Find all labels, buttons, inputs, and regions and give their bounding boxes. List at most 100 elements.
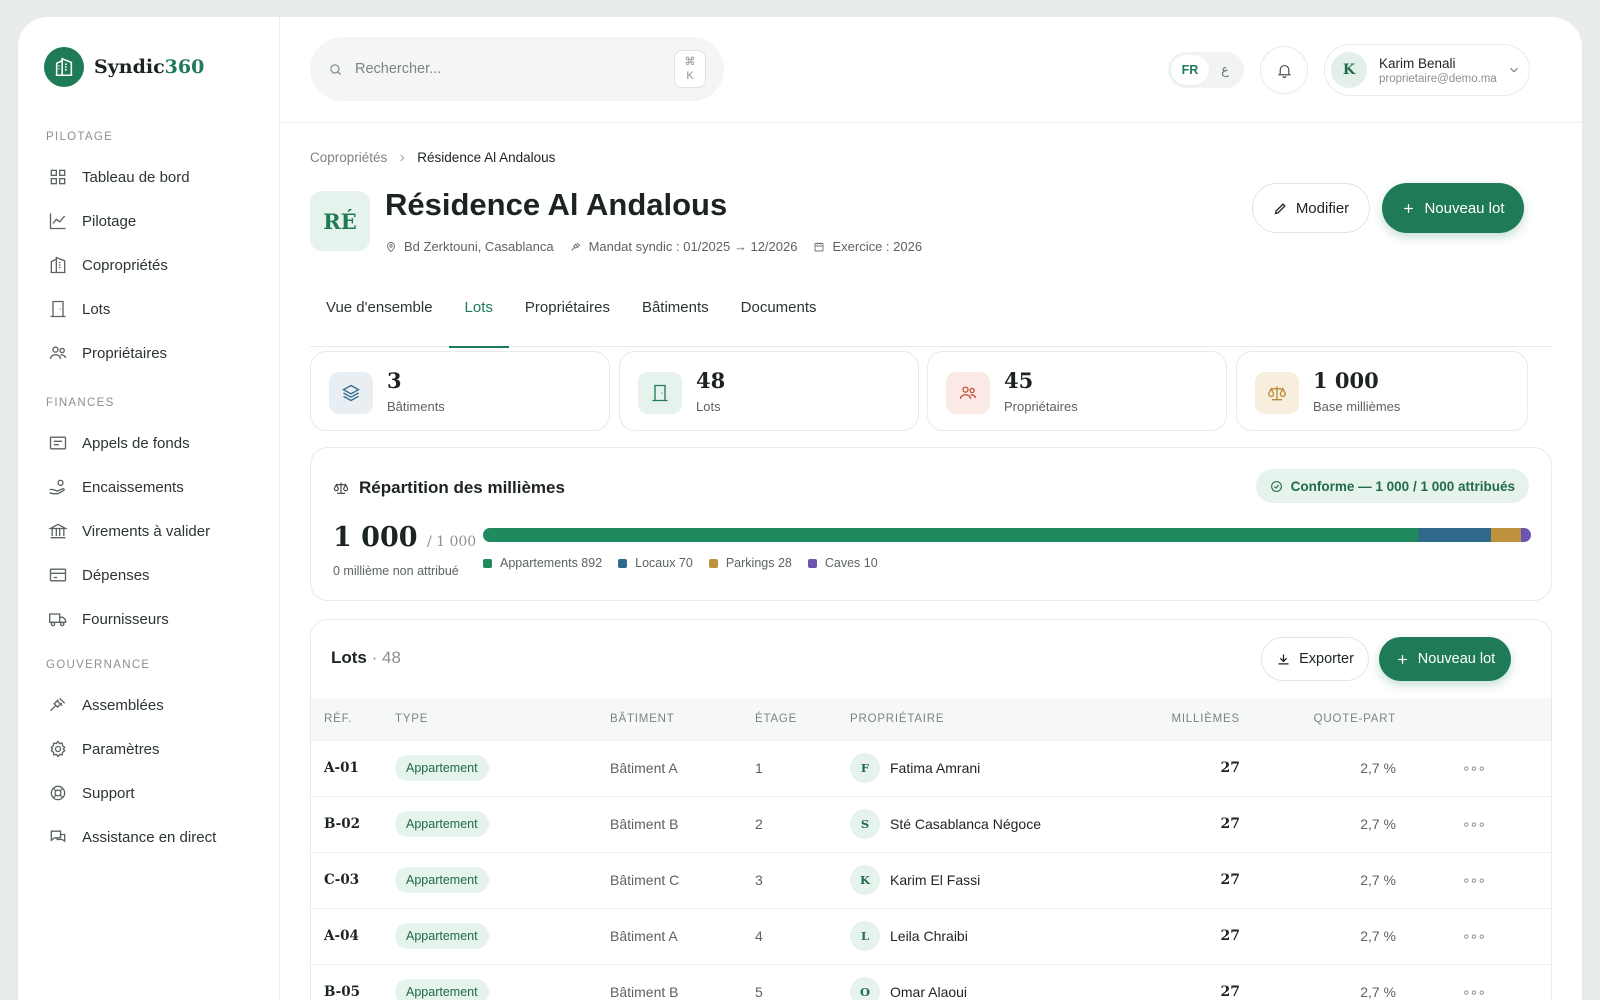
lot-ref: B-05: [311, 963, 395, 1000]
owner-name[interactable]: Karim El Fassi: [890, 872, 980, 888]
legend-label: Caves 10: [824, 556, 878, 570]
lot-ref: C-03: [311, 851, 395, 908]
table-row[interactable]: C-03 Appartement Bâtiment C 3 K Karim El Fass…: [311, 851, 1551, 908]
export-button[interactable]: Exporter: [1261, 637, 1369, 681]
sidebar-item-encaissements[interactable]: Encaissements: [48, 475, 184, 499]
owner-name[interactable]: Sté Casablanca Négoce: [890, 816, 1041, 832]
chevron-right-icon: [400, 154, 405, 161]
sidebar-item-label: Propriétaires: [82, 344, 168, 362]
table-row[interactable]: A-01 Appartement Bâtiment A 1 F Fatima Amrani…: [311, 739, 1551, 796]
legend-label: Locaux 70: [635, 556, 693, 570]
repartition-panel: Répartition des millièmes Conforme — 1 0…: [310, 447, 1552, 601]
grid-icon: [50, 169, 66, 185]
row-actions-button[interactable]: ∘∘∘: [1396, 851, 1551, 908]
lot-milliemes: 27: [1110, 795, 1240, 852]
lang-fr-button[interactable]: FR: [1171, 55, 1209, 85]
status-badge: Conforme — 1 000 / 1 000 attribués: [1255, 469, 1529, 503]
lot-batiment: Bâtiment A: [610, 907, 755, 964]
sidebar-item-assistance-en-direct[interactable]: Assistance en direct: [48, 825, 216, 849]
nav-section-pilotage: PILOTAGE: [46, 131, 114, 143]
stat-value: 48: [696, 368, 726, 393]
lot-type-badge: Appartement: [395, 867, 489, 893]
tabs: Vue d'ensemble Lots Propriétaires Bâtime…: [310, 293, 1552, 348]
more-dots-icon: ∘∘∘: [1461, 983, 1486, 1000]
lot-owner-cell: O Omar Alaoui: [850, 963, 1110, 1000]
sidebar-item-support[interactable]: Support: [48, 781, 135, 805]
legend-swatch: [483, 558, 492, 568]
table-row[interactable]: B-02 Appartement Bâtiment B 2 S Sté Casablanc…: [311, 795, 1551, 852]
sidebar-item-proprietaires[interactable]: Propriétaires: [48, 341, 167, 365]
calendar-icon: [815, 242, 824, 251]
residence-badge: RÉ: [310, 191, 370, 251]
tab-documents[interactable]: Documents: [725, 293, 833, 347]
lot-batiment: Bâtiment B: [610, 795, 755, 852]
column-header-ref[interactable]: RÉF.: [311, 698, 395, 740]
mandat-text: Mandat syndic : 01/2025 → 12/2026: [588, 239, 798, 254]
sidebar-item-assemblees[interactable]: Assemblées: [48, 693, 164, 717]
lang-ar-button[interactable]: ع: [1209, 62, 1241, 78]
sidebar-item-depenses[interactable]: Dépenses: [48, 563, 150, 587]
row-actions-button[interactable]: ∘∘∘: [1396, 907, 1551, 964]
repartition-title: Répartition des millièmes: [333, 478, 565, 498]
column-header-type[interactable]: TYPE: [395, 698, 610, 740]
breadcrumb-parent-link[interactable]: Copropriétés: [310, 150, 387, 165]
sidebar-item-label: Pilotage: [82, 212, 137, 230]
tab-batiments[interactable]: Bâtiments: [626, 293, 725, 347]
row-actions-button[interactable]: ∘∘∘: [1396, 739, 1551, 796]
sidebar-item-label: Copropriétés: [82, 256, 168, 274]
table-row[interactable]: A-04 Appartement Bâtiment A 4 L Leila Chraibi…: [311, 907, 1551, 964]
lots-title: Lots · 48: [331, 648, 401, 667]
column-header-quote-part[interactable]: QUOTE-PART: [1240, 698, 1396, 740]
building-logo-icon: [44, 47, 84, 87]
sidebar-item-virements-a-valider[interactable]: Virements à valider: [48, 519, 210, 543]
sidebar-item-label: Fournisseurs: [82, 610, 169, 628]
brand[interactable]: Syndic360: [44, 47, 204, 87]
sidebar-item-coproprietes[interactable]: Copropriétés: [48, 253, 168, 277]
lots-table: RÉF. TYPE BÂTIMENT ÉTAGE PROPRIÉTAIRE MI…: [311, 698, 1551, 1000]
sidebar-item-fournisseurs[interactable]: Fournisseurs: [48, 607, 169, 631]
row-actions-button[interactable]: ∘∘∘: [1396, 795, 1551, 852]
stat-label: Propriétaires: [1004, 399, 1078, 414]
building-icon: [50, 256, 66, 274]
legend-item: Appartements 892: [483, 556, 602, 570]
door-icon: [50, 300, 66, 318]
new-lot-button-table[interactable]: Nouveau lot: [1379, 637, 1511, 681]
plus-icon: [1404, 203, 1414, 213]
owner-name[interactable]: Fatima Amrani: [890, 760, 980, 776]
bank-icon: [48, 523, 68, 539]
lot-type-badge: Appartement: [395, 811, 489, 837]
chevron-down-icon: [1510, 67, 1518, 73]
row-actions-button[interactable]: ∘∘∘: [1396, 963, 1551, 1000]
tab-proprietaires[interactable]: Propriétaires: [509, 293, 626, 347]
sidebar-item-parametres[interactable]: Paramètres: [48, 737, 160, 761]
more-dots-icon: ∘∘∘: [1461, 759, 1486, 776]
edit-button[interactable]: Modifier: [1252, 183, 1370, 233]
sidebar-item-appels-de-fonds[interactable]: Appels de fonds: [48, 431, 190, 455]
map-pin-icon: [387, 241, 395, 252]
owner-avatar: S: [850, 809, 880, 839]
user-email: proprietaire@demo.ma: [1379, 72, 1497, 85]
search-bar[interactable]: ⌘K: [310, 37, 724, 101]
notifications-button[interactable]: [1260, 46, 1308, 94]
tab-vue-ensemble[interactable]: Vue d'ensemble: [310, 293, 449, 347]
address-text: Bd Zerktouni, Casablanca: [404, 239, 554, 254]
column-header-proprietaire[interactable]: PROPRIÉTAIRE: [850, 698, 1110, 740]
bar-segment: [1491, 528, 1521, 542]
sidebar-item-tableau-de-bord[interactable]: Tableau de bord: [48, 165, 190, 189]
column-header-milliemes[interactable]: MILLIÈMES: [1110, 698, 1240, 740]
gear-icon: [50, 740, 66, 758]
owner-name[interactable]: Leila Chraibi: [890, 928, 968, 944]
language-switcher[interactable]: FR ع: [1168, 52, 1244, 88]
sidebar-item-pilotage[interactable]: Pilotage: [48, 209, 136, 233]
user-menu[interactable]: K Karim Benali proprietaire@demo.ma: [1324, 44, 1530, 96]
lot-type-cell: Appartement: [395, 851, 610, 908]
column-header-etage[interactable]: ÉTAGE: [755, 698, 850, 740]
sidebar-item-lots[interactable]: Lots: [48, 297, 110, 321]
lot-milliemes: 27: [1110, 739, 1240, 796]
tab-lots[interactable]: Lots: [448, 293, 510, 348]
owner-name[interactable]: Omar Alaoui: [890, 984, 967, 1000]
search-input[interactable]: [355, 61, 655, 77]
column-header-batiment[interactable]: BÂTIMENT: [610, 698, 755, 740]
new-lot-button[interactable]: Nouveau lot: [1382, 183, 1524, 233]
table-row[interactable]: B-05 Appartement Bâtiment B 5 O Omar Alaoui 27…: [311, 963, 1551, 1000]
